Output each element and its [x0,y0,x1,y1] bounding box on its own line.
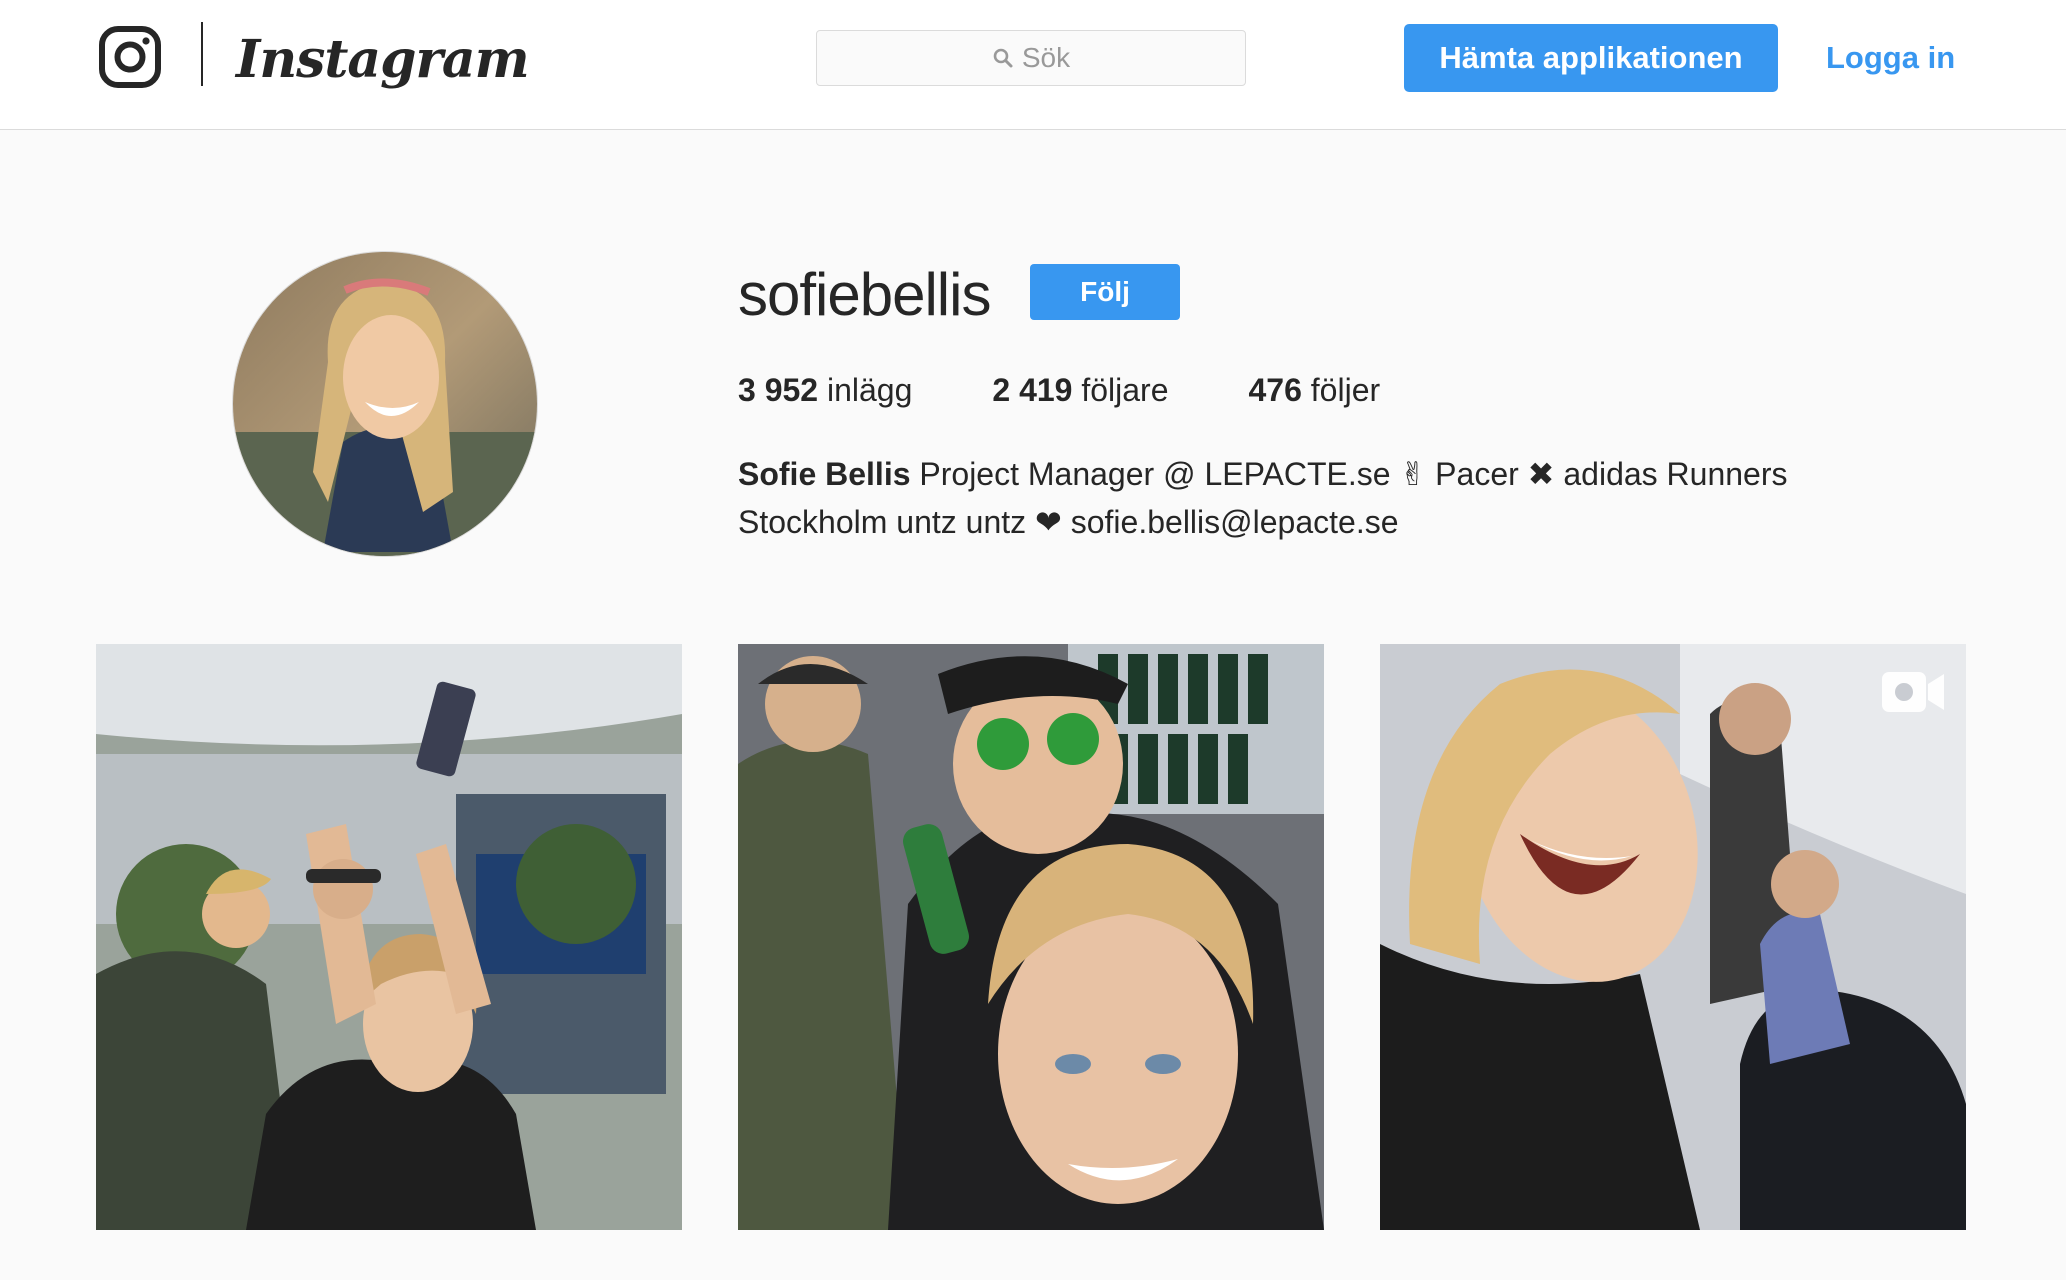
instagram-camera-icon[interactable] [99,26,161,88]
post-thumbnail[interactable] [96,644,682,1230]
stat-following-count: 476 [1248,372,1302,408]
profile-bio: Sofie Bellis Project Manager @ LEPACTE.s… [738,450,1918,546]
stat-followers-count: 2 419 [992,372,1073,408]
search-input[interactable]: Sök [816,30,1246,86]
search-icon [993,48,1013,68]
stat-following-label: följer [1310,372,1381,408]
post-image [1380,644,1966,1230]
stat-posts-count: 3 952 [738,372,819,408]
bio-line-1: Sofie Bellis Project Manager @ LEPACTE.s… [738,450,1918,498]
login-link[interactable]: Logga in [1826,36,1955,80]
profile-avatar [232,251,538,557]
profile-stats: 3 952 inlägg 2 419 följare 476 följer [738,368,1460,412]
instagram-wordmark[interactable]: Instagram [236,20,530,100]
video-camera-icon [1882,672,1944,712]
profile-username: sofiebellis [738,261,991,328]
post-thumbnail[interactable] [738,644,1324,1230]
get-app-button[interactable]: Hämta applikationen [1404,24,1778,92]
follow-button[interactable]: Följ [1030,264,1180,320]
posts-grid [96,644,1966,1230]
bio-line-2: Stockholm untz untz ❤ sofie.bellis@lepac… [738,504,1399,540]
logo-divider [201,22,203,86]
post-image [96,644,682,1230]
post-thumbnail-video[interactable] [1380,644,1966,1230]
stat-followers[interactable]: 2 419 följare [992,368,1168,412]
stat-posts: 3 952 inlägg [738,368,912,412]
bio-line-1-text: Project Manager @ LEPACTE.se ✌ Pacer ✖ a… [910,456,1788,492]
stat-following[interactable]: 476 följer [1249,368,1381,412]
top-navigation-bar: Instagram Sök Hämta applikationen Logga … [0,0,2066,130]
post-image [738,644,1324,1230]
search-placeholder: Sök [1021,42,1071,73]
stat-followers-label: följare [1081,372,1169,408]
stat-posts-label: inlägg [826,372,913,408]
bio-full-name: Sofie Bellis [738,456,911,492]
